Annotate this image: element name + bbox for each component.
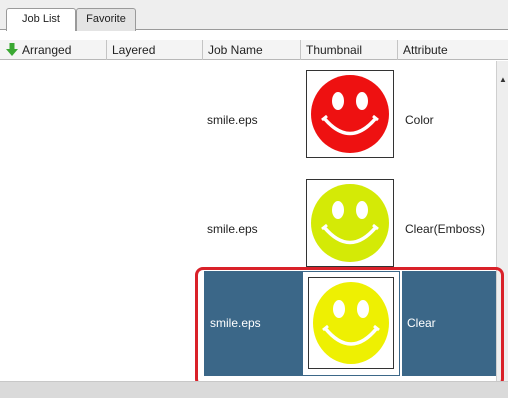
column-header-arranged[interactable]: Arranged	[0, 40, 107, 60]
tab-favorite[interactable]: Favorite	[76, 8, 136, 31]
table-row[interactable]: smile.eps Color	[0, 65, 496, 175]
job-name-cell: smile.eps	[207, 113, 258, 127]
column-header-arranged-label: Arranged	[22, 43, 72, 57]
column-header-attribute[interactable]: Attribute	[398, 40, 496, 60]
table-header: Arranged Layered Job Name Thumbnail Attr…	[0, 40, 508, 60]
thumbnail-cell	[306, 70, 394, 158]
tab-bar: Job List Favorite	[0, 0, 508, 31]
column-header-job-name-label: Job Name	[208, 43, 263, 57]
column-header-job-name[interactable]: Job Name	[203, 40, 301, 60]
column-header-layered-label: Layered	[112, 43, 156, 57]
selection-highlight-outline	[195, 267, 504, 387]
thumbnail-cell	[306, 179, 394, 267]
column-header-thumbnail-label: Thumbnail	[306, 43, 363, 57]
scroll-up-arrow-icon[interactable]: ▲	[497, 75, 508, 85]
red-smiley-thumbnail-icon	[311, 75, 389, 153]
column-header-thumbnail[interactable]: Thumbnail	[301, 40, 398, 60]
sort-down-arrow-icon	[6, 43, 18, 56]
column-header-attribute-label: Attribute	[403, 43, 448, 57]
column-header-layered[interactable]: Layered	[107, 40, 203, 60]
bottom-bar	[0, 381, 508, 398]
attribute-cell: Color	[405, 113, 434, 127]
yellow-green-smiley-thumbnail-icon	[311, 184, 389, 262]
tab-job-list[interactable]: Job List	[6, 8, 76, 31]
